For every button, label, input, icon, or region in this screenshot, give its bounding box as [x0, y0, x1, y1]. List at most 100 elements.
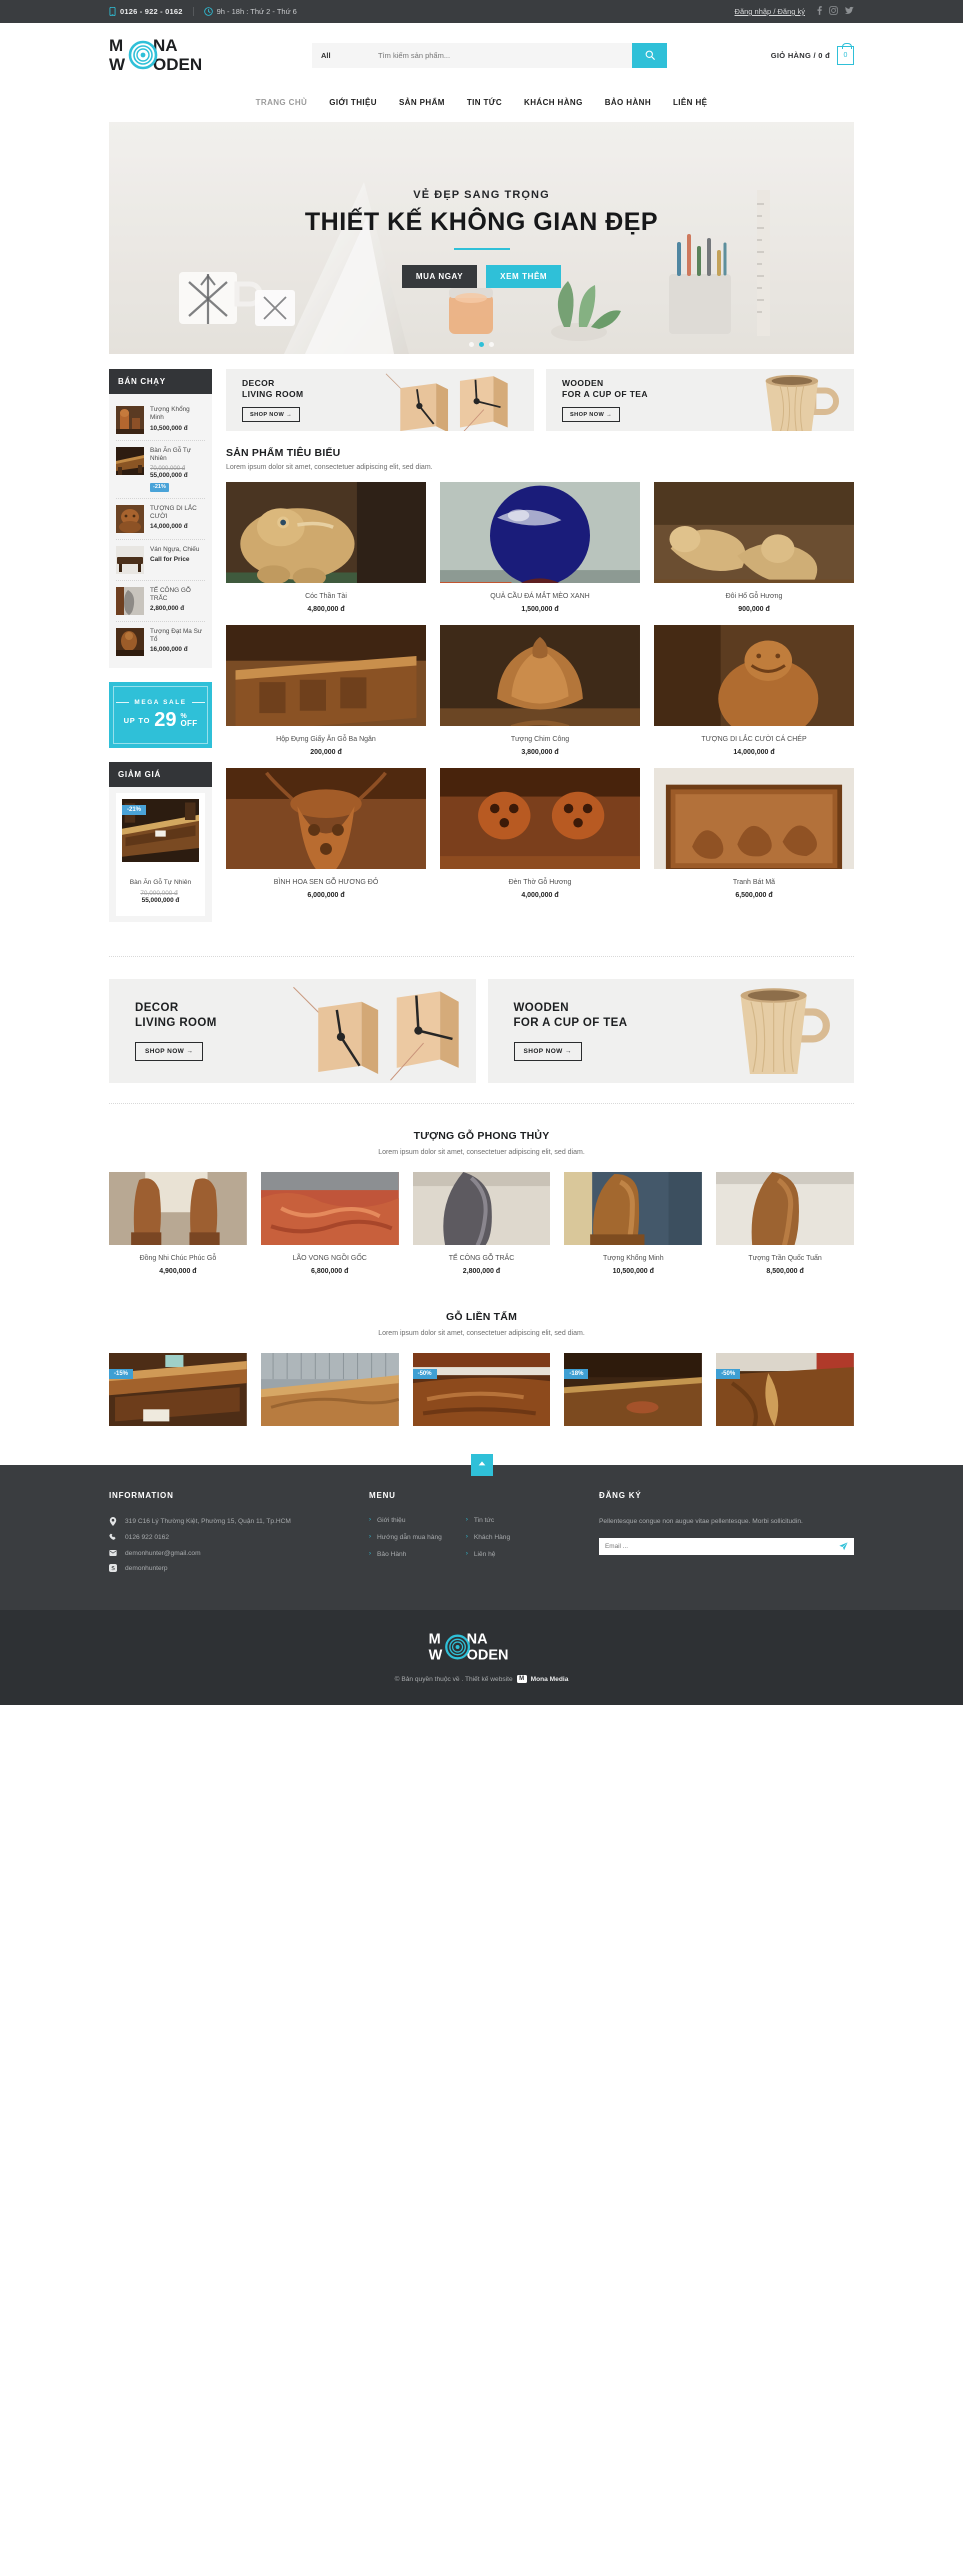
hero-see-more-button[interactable]: XEM THÊM: [486, 264, 562, 288]
product-card[interactable]: LÃO VONG NGỒI GỐC 6,800,000 đ: [260, 1171, 399, 1275]
cart-widget[interactable]: GIỎ HÀNG / 0 đ 0: [771, 42, 854, 65]
instagram-icon[interactable]: [829, 6, 838, 17]
promo-banner-decor-large[interactable]: DECOR LIVING ROOM SHOP NOW →: [109, 978, 476, 1083]
product-card[interactable]: Tranh Bát Mã 6,500,000 đ: [654, 768, 854, 899]
product-price: 14,000,000 đ: [150, 523, 188, 531]
topbar-hours: 9h - 18h : Thứ 2 - Thứ 6: [194, 7, 307, 16]
footer-menu-label: Tin tức: [473, 1516, 495, 1524]
product-card[interactable]: BÌNH HOA SEN GỖ HƯƠNG ĐỎ 6,000,000 đ: [226, 768, 426, 899]
search-icon: [645, 48, 655, 63]
nav-item-bao-hanh[interactable]: BẢO HÀNH: [605, 98, 651, 107]
list-item[interactable]: TẾ CÔNG GỖ TRẮC 2,800,000 đ: [116, 581, 205, 622]
newsletter-email-input[interactable]: [605, 1543, 839, 1551]
search-input[interactable]: [370, 42, 632, 68]
nav-item-gioi-thieu[interactable]: GIỚI THIỆU: [329, 98, 377, 107]
product-card[interactable]: Đèn Thờ Gỗ Hương 4,000,000 đ: [440, 768, 640, 899]
product-card[interactable]: -50%: [716, 1352, 854, 1435]
product-image: [226, 482, 426, 583]
footer-menu-item-bao-hanh[interactable]: › Bảo Hành: [369, 1551, 442, 1558]
nav-item-trang-chu[interactable]: TRANG CHỦ: [256, 98, 308, 107]
footer-bottom: M NA W ODEN © Bản quyền thuộc về . Thiết…: [0, 1610, 963, 1706]
wooden-clock-image: [248, 978, 476, 1083]
nav-item-lien-he[interactable]: LIÊN HỆ: [673, 98, 707, 107]
wooden-cup-image: [626, 978, 854, 1083]
product-card[interactable]: -15%: [109, 1352, 247, 1435]
nav-item-san-pham[interactable]: SẢN PHẨM: [399, 98, 445, 107]
product-name: Tượng Khổng Minh: [150, 406, 190, 422]
product-price-row: 2,800,000 đ: [150, 605, 205, 612]
product-card[interactable]: Tượng Trần Quốc Tuấn 8,500,000 đ: [716, 1171, 854, 1275]
twitter-icon[interactable]: [845, 6, 854, 17]
list-item[interactable]: TƯỢNG DI LẮC CƯỜI 14,000,000 đ: [116, 499, 205, 540]
promo-banner-wooden-large[interactable]: WOODEN FOR A CUP OF TEA SHOP NOW →: [487, 978, 854, 1083]
lientam-product-grid: -15% -50% -18% -50%: [109, 1352, 854, 1435]
login-register-link[interactable]: Đăng nhập / Đăng ký: [735, 7, 805, 16]
section-title: GỖ LIỀN TẤM: [445, 1310, 518, 1323]
shop-now-button[interactable]: SHOP NOW →: [513, 1041, 582, 1061]
footer-menu-lists: › Giới thiệu › Hướng dẫn mua hàng › Bảo Hàn…: [369, 1517, 599, 1568]
list-item[interactable]: Ván Ngựa, Chiếu Call for Price: [116, 540, 205, 581]
section-description: Lorem ipsum dolor sit amet, consectetuer…: [378, 1329, 585, 1337]
product-card[interactable]: TẾ CÔNG GỖ TRẮC 2,800,000 đ: [412, 1171, 551, 1275]
promo-text: DECOR LIVING ROOM SHOP NOW →: [226, 378, 304, 423]
tiger-pair-photo: [654, 482, 854, 583]
hero-buy-now-button[interactable]: MUA NGAY: [401, 264, 478, 288]
promo-banner-wooden[interactable]: WOODEN FOR A CUP OF TEA SHOP NOW →: [546, 369, 854, 431]
product-card[interactable]: Hộp Đựng Giấy Ăn Gỗ Ba Ngăn 200,000 đ: [226, 625, 426, 756]
lao-vong-statue-photo: [260, 1171, 399, 1245]
product-card[interactable]: Đôi Hổ Gỗ Hương 900,000 đ: [654, 482, 854, 613]
tissue-box-photo: [226, 625, 426, 727]
product-card[interactable]: QUẢ CẦU ĐÁ MẮT MÈO XANH 1,500,000 đ: [440, 482, 640, 613]
facebook-icon[interactable]: [817, 6, 822, 17]
product-image: -15%: [109, 1352, 247, 1426]
product-name: Tượng Chim Công: [510, 736, 570, 744]
site-logo[interactable]: M NA W ODEN: [109, 34, 237, 76]
product-card[interactable]: -50%: [412, 1352, 551, 1435]
promo-line2: LIVING ROOM: [242, 389, 304, 399]
product-card[interactable]: TƯỢNG DI LẮC CƯỜI CÁ CHÉP 14,000,000 đ: [654, 625, 854, 756]
newsletter-submit-button[interactable]: [839, 1539, 848, 1554]
discount-product-image: -21%: [122, 798, 199, 871]
search-button[interactable]: [632, 42, 667, 68]
mega-sale-banner[interactable]: MEGA SALE UP TO 29 % OFF: [109, 681, 212, 748]
nav-item-tin-tuc[interactable]: TIN TỨC: [467, 98, 502, 107]
product-image: [226, 768, 426, 870]
shop-now-button[interactable]: SHOP NOW →: [562, 407, 621, 423]
footer-menu-col1: › Giới thiệu › Hướng dẫn mua hàng › Bảo Hàn…: [369, 1517, 442, 1568]
list-item[interactable]: Tượng Đạt Ma Sư Tổ 16,000,000 đ: [116, 622, 205, 662]
footer-menu-item-gioi-thieu[interactable]: › Giới thiệu: [369, 1517, 442, 1524]
product-price-row: 70,000,000 đ 55,000,000 đ: [124, 890, 197, 904]
hero-dot-2[interactable]: [479, 342, 484, 347]
footer-menu-item-khach-hang[interactable]: › Khách Hàng: [466, 1534, 510, 1541]
horse-carving-photo: [654, 768, 854, 870]
search-category-select[interactable]: All: [312, 42, 370, 68]
product-card[interactable]: Tượng Chim Công 3,800,000 đ: [440, 625, 640, 756]
product-card[interactable]: Tượng Khổng Minh 10,500,000 đ: [564, 1171, 703, 1275]
promo-line2: FOR A CUP OF TEA: [562, 389, 648, 399]
shop-now-button[interactable]: SHOP NOW →: [135, 1041, 204, 1061]
product-price: 6,000,000 đ: [307, 892, 345, 900]
bestseller-widget: BÁN CHẠY Tượng Khổng Minh 10,500,000 đ B…: [109, 369, 212, 668]
product-name: Cóc Thần Tài: [305, 593, 347, 600]
hero-dot-3[interactable]: [489, 342, 494, 347]
product-card[interactable]: [260, 1352, 399, 1435]
product-card[interactable]: Đồng Nhi Chúc Phúc Gỗ 4,900,000 đ: [109, 1171, 247, 1275]
phone-icon: [109, 7, 116, 16]
topbar-right: Đăng nhập / Đăng ký: [735, 6, 854, 17]
main-layout: BÁN CHẠY Tượng Khổng Minh 10,500,000 đ B…: [109, 369, 854, 936]
list-item[interactable]: Bàn Ăn Gỗ Tự Nhiên 70,000,000 đ 55,000,0…: [116, 441, 205, 499]
footer-logo[interactable]: M NA W ODEN: [0, 1628, 963, 1666]
scroll-to-top-button[interactable]: [470, 1453, 493, 1476]
product-card[interactable]: -18%: [564, 1352, 703, 1435]
nav-item-khach-hang[interactable]: KHÁCH HÀNG: [524, 98, 583, 107]
hero-dot-1[interactable]: [469, 342, 474, 347]
promo-banner-decor[interactable]: DECOR LIVING ROOM SHOP NOW →: [226, 369, 534, 431]
footer-menu-item-huong-dan[interactable]: › Hướng dẫn mua hàng: [369, 1534, 442, 1541]
product-name: Hộp Đựng Giấy Ăn Gỗ Ba Ngăn: [276, 736, 376, 744]
list-item[interactable]: Tượng Khổng Minh 10,500,000 đ: [116, 400, 205, 441]
discount-product-card[interactable]: -21% Bàn Ăn Gỗ Tự Nhiên 70,000,000 đ 55,…: [116, 792, 205, 916]
footer-menu-item-tin-tuc[interactable]: › Tin tức: [466, 1517, 510, 1524]
product-card[interactable]: Cóc Thần Tài 4,800,000 đ: [226, 482, 426, 613]
shop-now-button[interactable]: SHOP NOW →: [242, 407, 301, 423]
footer-menu-item-lien-he[interactable]: › Liên hệ: [466, 1551, 510, 1558]
